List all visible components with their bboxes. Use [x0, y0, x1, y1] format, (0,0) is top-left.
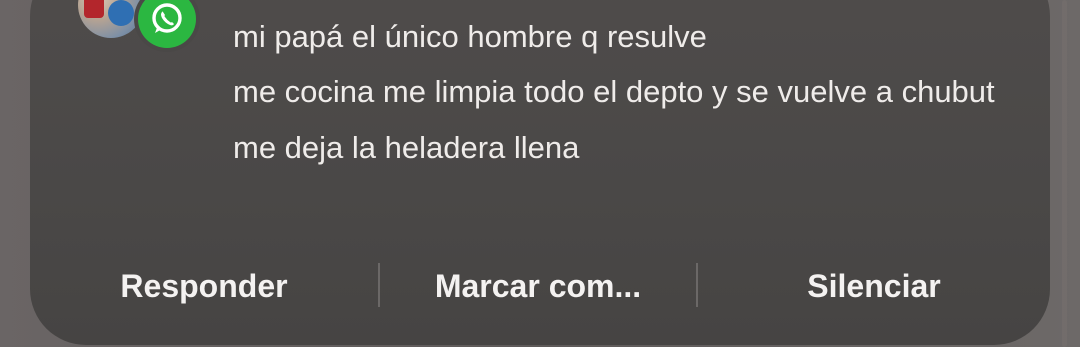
mark-as-read-button[interactable]: Marcar com...: [380, 256, 696, 316]
scrollbar[interactable]: [1062, 0, 1067, 347]
message-text: mi papá el único hombre q resulve: [233, 19, 707, 54]
mute-button[interactable]: Silenciar: [698, 256, 1050, 316]
message-text: me cocina me limpia todo el depto y se v…: [233, 74, 995, 109]
avatar-detail: [108, 0, 134, 26]
reply-button[interactable]: Responder: [30, 256, 378, 316]
whatsapp-icon: [138, 0, 196, 48]
message-list: mi papá el único hombre q resulve me coc…: [233, 14, 1023, 181]
message-text: me deja la heladera llena: [233, 130, 580, 165]
notification-actions: Responder Marcar com... Silenciar: [30, 256, 1050, 316]
avatar-detail: [84, 0, 104, 18]
